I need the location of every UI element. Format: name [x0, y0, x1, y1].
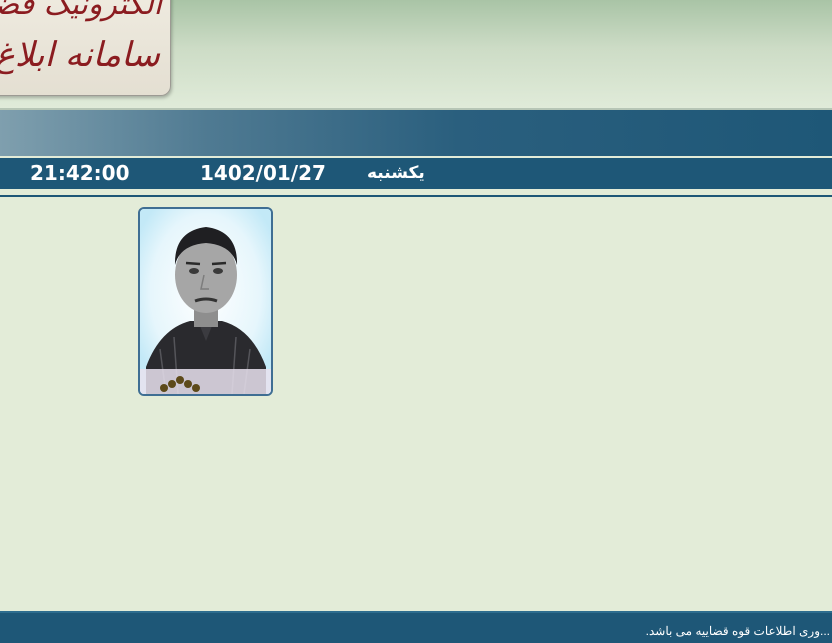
header: الکترونیک قضایی سامانه ابلاغ [0, 0, 832, 108]
banner [0, 110, 832, 156]
logo-title-line2: سامانه ابلاغ [0, 35, 160, 75]
date-bar: 21:42:00 1402/01/27 یکشنبه [0, 158, 832, 189]
current-time: 21:42:00 [30, 161, 130, 185]
current-weekday: یکشنبه [367, 163, 425, 183]
person-photo-icon [140, 209, 271, 394]
date-divider [0, 195, 832, 197]
logo-title-line1: الکترونیک قضایی [0, 0, 162, 22]
logo: الکترونیک قضایی سامانه ابلاغ [0, 0, 171, 96]
current-date: 1402/01/27 [200, 161, 326, 185]
footer: ...وری اطلاعات قوه قضاییه می باشد. [0, 611, 832, 643]
footer-copyright: ...وری اطلاعات قوه قضاییه می باشد. [645, 624, 830, 638]
profile-photo [138, 207, 273, 396]
